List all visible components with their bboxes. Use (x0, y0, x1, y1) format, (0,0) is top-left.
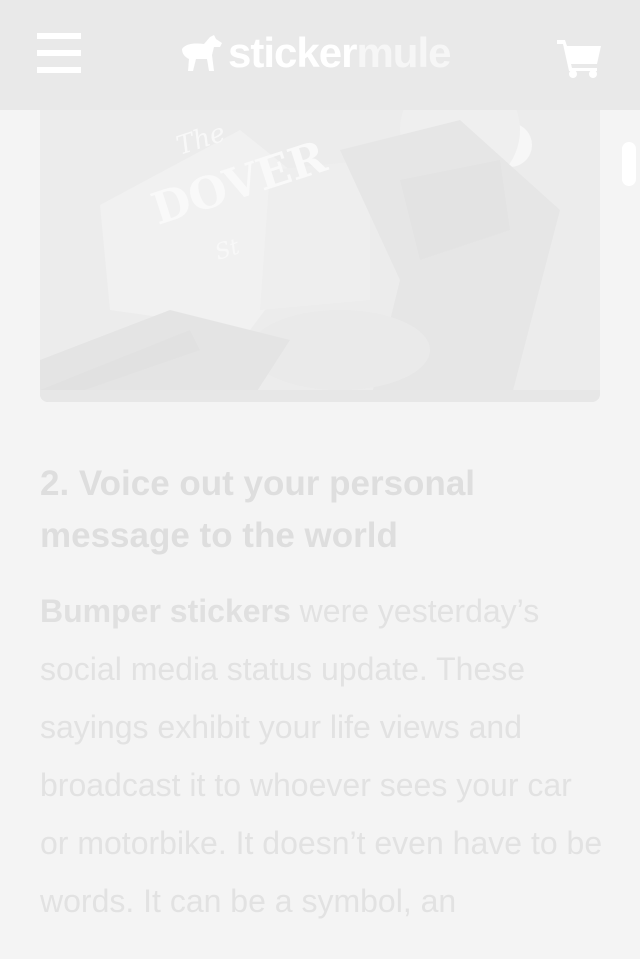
article-paragraph-text: were yesterday’s social media status upd… (40, 593, 603, 919)
cart-button[interactable] (557, 36, 603, 78)
site-logo[interactable]: sticker mule (180, 29, 451, 76)
section-heading: 2. Voice out your personal message to th… (40, 464, 476, 555)
scrollbar-thumb[interactable] (622, 142, 636, 186)
site-header: sticker mule (0, 0, 640, 110)
menu-button[interactable] (37, 33, 81, 73)
hamburger-menu-icon-bar (37, 67, 81, 73)
logo-text-sticker: sticker (228, 29, 357, 76)
article-hero-image: The DOVER St (40, 60, 600, 402)
page: The DOVER St sticker mule 2. Voice out y… (0, 0, 640, 959)
hamburger-menu-icon (37, 33, 81, 39)
logo-text-mule: mule (356, 29, 451, 76)
mule-logo-icon (182, 35, 222, 71)
shopping-cart-icon (557, 40, 601, 78)
bumper-stickers-link[interactable]: Bumper stickers (40, 593, 291, 629)
article-paragraph: Bumper stickers were yesterday’s social … (40, 582, 605, 930)
hamburger-menu-icon-bar (37, 50, 81, 56)
